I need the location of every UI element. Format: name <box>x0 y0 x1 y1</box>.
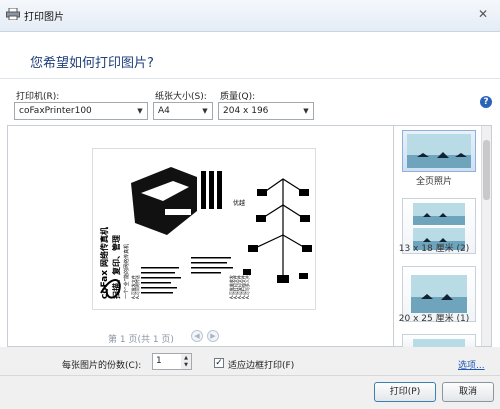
fit-to-frame-label: 适应边框打印(F) <box>228 361 295 371</box>
copies-value: 1 <box>156 356 162 366</box>
chevron-down-icon: ▼ <box>202 107 208 115</box>
chevron-down-icon: ▼ <box>303 107 309 115</box>
options-link[interactable]: 选项... <box>458 358 485 371</box>
printer-label: 打印机(R): <box>16 92 60 102</box>
page-indicator: 第 1 页(共 1 页) <box>108 335 174 345</box>
copies-stepper[interactable]: 1 ▲ ▼ <box>152 353 192 370</box>
doc-feature-2: A.可同时传送 <box>134 275 140 299</box>
window-title: 打印图片 <box>24 12 64 23</box>
doc-title: 网络传真机 <box>99 227 109 267</box>
divider <box>0 78 500 79</box>
help-icon[interactable]: ? <box>480 96 492 108</box>
layout-list: 全页照片 13 x 18 厘米 (2) 20 x 25 厘米 (1) <box>394 125 492 348</box>
divider <box>0 375 500 376</box>
layout-option-partial[interactable] <box>402 334 476 348</box>
layout-label-13x18: 13 x 18 厘米 (2) <box>398 244 470 254</box>
doc-feature-7: A.可与多人共享 <box>244 271 250 299</box>
layout-label-full-page: 全页照片 <box>415 177 452 187</box>
layout-label-20x25: 20 x 25 厘米 (1) <box>398 314 470 324</box>
preview-pane: 优越 coFax 网络传真机 扫描、复印、管理 一个“全”能的网络传真机 A.可… <box>7 125 394 347</box>
fit-to-frame-checkbox[interactable]: ✓ <box>214 358 224 368</box>
title-bar: 打印图片 ✕ <box>0 0 500 32</box>
printer-value: coFaxPrinter100 <box>19 106 92 116</box>
printer-select[interactable]: coFaxPrinter100 ▼ <box>14 102 148 120</box>
print-button[interactable]: 打印(P) <box>374 382 436 402</box>
cancel-button[interactable]: 取消 <box>442 382 494 402</box>
quality-value: 204 x 196 <box>223 106 269 116</box>
quality-select[interactable]: 204 x 196 ▼ <box>218 102 314 120</box>
layout-option-full-page[interactable] <box>402 130 476 172</box>
paper-size-select[interactable]: A4 ▼ <box>153 102 213 120</box>
doc-tagline: 一个“全”能的网络传真机 <box>123 244 130 299</box>
chevron-down-icon: ▼ <box>137 107 143 115</box>
paper-size-label: 纸张大小(S): <box>155 92 207 102</box>
doc-side-title: 优越 <box>233 199 245 207</box>
doc-brand: coFax <box>100 270 110 299</box>
quality-label: 质量(Q): <box>220 92 256 102</box>
footer-bar: 每张图片的份数(C): 1 ▲ ▼ ✓ 适应边框打印(F) 选项... 打印(P… <box>0 347 500 409</box>
prev-page-button[interactable]: ◀ <box>191 330 203 342</box>
layout-scrollbar[interactable] <box>481 126 491 346</box>
next-page-button[interactable]: ▶ <box>207 330 219 342</box>
landscape-photo-icon <box>407 134 471 168</box>
photo-icon <box>413 339 465 347</box>
paper-size-value: A4 <box>158 106 170 116</box>
scrollbar-thumb[interactable] <box>483 140 490 200</box>
chevron-down-icon[interactable]: ▼ <box>181 361 191 369</box>
doc-subtitle: 扫描、复印、管理 <box>111 235 121 299</box>
printer-icon <box>6 8 20 20</box>
fax-document-image: 优越 coFax 网络传真机 扫描、复印、管理 一个“全”能的网络传真机 A.可… <box>99 167 312 299</box>
preview-page: 优越 coFax 网络传真机 扫描、复印、管理 一个“全”能的网络传真机 A.可… <box>92 148 316 310</box>
close-icon[interactable]: ✕ <box>474 6 492 22</box>
copies-label: 每张图片的份数(C): <box>62 361 142 371</box>
page-title: 您希望如何打印图片? <box>30 56 154 71</box>
